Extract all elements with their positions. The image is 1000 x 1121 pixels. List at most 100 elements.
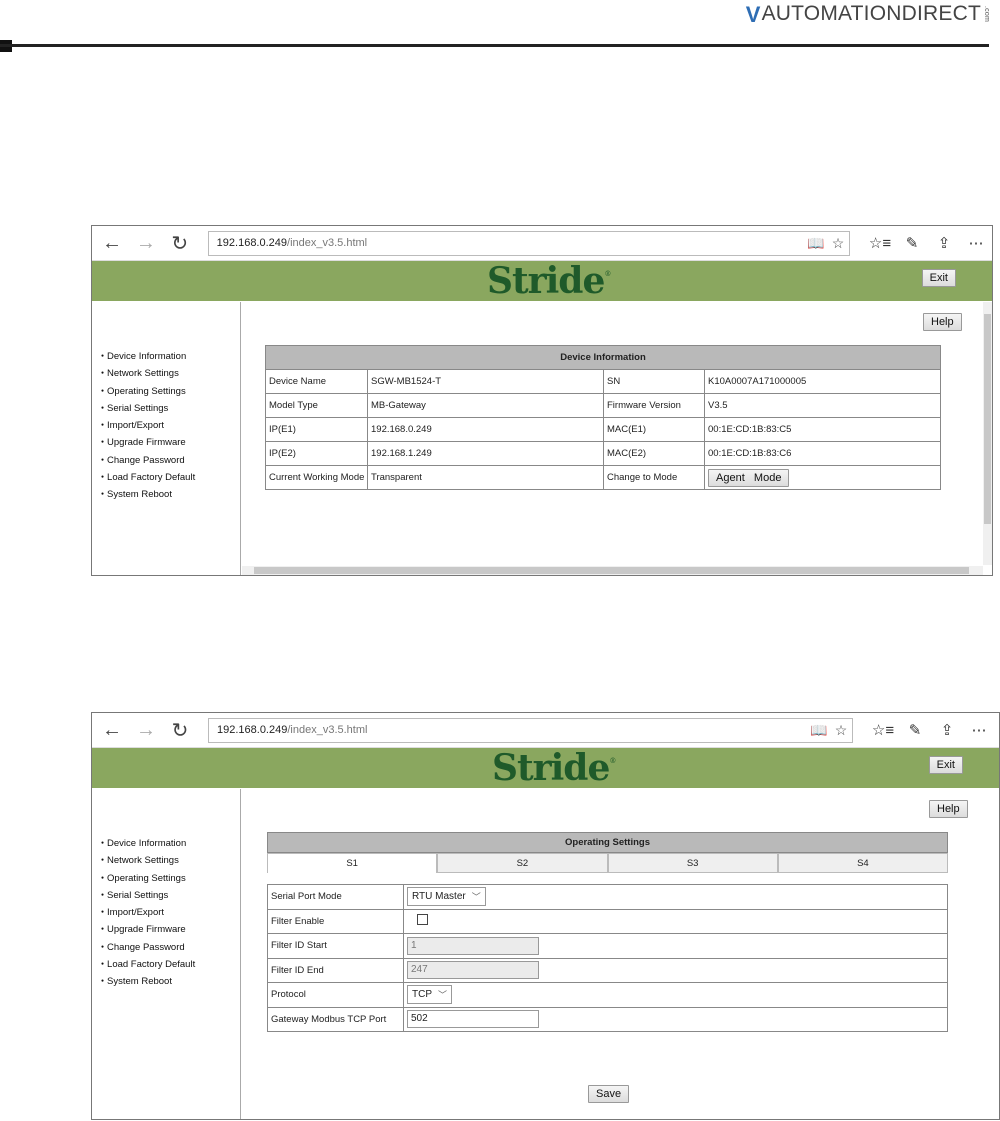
cell-label: Model Type <box>265 393 368 418</box>
favorite-star-icon[interactable]: ☆ <box>830 722 852 739</box>
vertical-scrollbar[interactable] <box>983 302 992 565</box>
sidebar-item-device-information[interactable]: Device Information <box>101 348 240 365</box>
horizontal-scrollbar[interactable] <box>242 566 983 575</box>
browser-window-operating-settings: ← → ↻ 192.168.0.249/index_v3.5.html 📖 ☆ … <box>91 712 1000 1120</box>
share-icon[interactable]: ⇪ <box>928 234 960 252</box>
cell-label: SN <box>603 369 705 394</box>
favorites-list-icon[interactable]: ☆≡ <box>864 234 896 252</box>
tab-s2[interactable]: S2 <box>437 853 608 873</box>
sidebar-item-load-factory-default[interactable]: Load Factory Default <box>101 956 240 973</box>
exit-button[interactable]: Exit <box>928 756 963 774</box>
filter-enable-label: Filter Enable <box>267 908 404 934</box>
save-button[interactable]: Save <box>588 1085 630 1103</box>
refresh-icon[interactable]: ↻ <box>166 229 194 257</box>
reading-view-icon[interactable]: 📖 <box>808 722 830 739</box>
sidebar-item-serial-settings[interactable]: Serial Settings <box>101 887 240 904</box>
cell-value: K10A0007A171000005 <box>704 369 941 394</box>
table-row: Filter ID Start 1 <box>267 933 948 959</box>
tab-s4[interactable]: S4 <box>777 853 948 873</box>
tcp-port-input[interactable]: 502 <box>407 1010 539 1029</box>
help-button[interactable]: Help <box>923 313 962 331</box>
address-host: 192.168.0.249 <box>216 237 288 249</box>
address-bar[interactable]: 192.168.0.249/index_v3.5.html 📖 ☆ <box>208 717 853 743</box>
serial-port-mode-label: Serial Port Mode <box>267 884 404 910</box>
app-content: Device Information Network Settings Oper… <box>92 302 992 575</box>
table-row: Current Working Mode Transparent Change … <box>265 465 941 490</box>
back-arrow-icon[interactable]: ← <box>98 716 126 744</box>
sidebar-item-operating-settings[interactable]: Operating Settings <box>101 870 240 887</box>
sidebar-item-system-reboot[interactable]: System Reboot <box>101 486 240 503</box>
address-host: 192.168.0.249 <box>217 724 288 736</box>
sidebar-item-device-information[interactable]: Device Information <box>101 835 240 852</box>
table-row: Filter Enable <box>267 908 948 934</box>
stride-logo: Stride ® <box>492 747 616 789</box>
sidebar-item-network-settings[interactable]: Network Settings <box>101 852 240 869</box>
forward-arrow-icon[interactable]: → <box>132 716 160 744</box>
cell-value: SGW-MB1524-T <box>367 369 604 394</box>
operating-settings-title: Operating Settings <box>267 832 948 853</box>
reading-view-icon[interactable]: 📖 <box>805 235 827 252</box>
share-icon[interactable]: ⇪ <box>931 721 963 739</box>
cell-value: 00:1E:CD:1B:83:C6 <box>704 441 941 466</box>
protocol-label: Protocol <box>267 982 404 1008</box>
sidebar-item-change-password[interactable]: Change Password <box>101 452 240 469</box>
operating-settings-table: Serial Port Mode RTU Master ﹀ Filter Enab… <box>267 884 948 1032</box>
sidebar-item-operating-settings[interactable]: Operating Settings <box>101 383 240 400</box>
back-arrow-icon[interactable]: ← <box>98 229 126 257</box>
stride-logo: Stride ® <box>487 260 611 302</box>
cell-label: IP(E2) <box>265 441 368 466</box>
browser-toolbar: ← → ↻ 192.168.0.249/index_v3.5.html 📖 ☆ … <box>92 713 999 748</box>
serial-port-tabs: S1 S2 S3 S4 <box>267 853 948 873</box>
brand-v-mark: V <box>745 2 761 27</box>
pen-note-icon[interactable]: ✎ <box>896 234 928 252</box>
table-row: Protocol TCP ﹀ <box>267 982 948 1008</box>
favorite-star-icon[interactable]: ☆ <box>827 235 849 252</box>
sidebar: Device Information Network Settings Oper… <box>92 302 241 575</box>
filter-id-end-label: Filter ID End <box>267 957 404 983</box>
serial-port-mode-select[interactable]: RTU Master ﹀ <box>407 887 486 907</box>
sidebar-item-network-settings[interactable]: Network Settings <box>101 365 240 382</box>
sidebar-item-import-export[interactable]: Import/Export <box>101 417 240 434</box>
brand-logo: V AUTOMATIONDIRECT .com <box>746 2 990 28</box>
filter-id-start-input[interactable]: 1 <box>407 936 539 955</box>
browser-toolbar: ← → ↻ 192.168.0.249/index_v3.5.html 📖 ☆ … <box>92 226 992 261</box>
forward-arrow-icon[interactable]: → <box>132 229 160 257</box>
exit-button[interactable]: Exit <box>921 269 956 287</box>
app-banner: Stride ® Exit <box>92 747 999 789</box>
filter-id-start-label: Filter ID Start <box>267 933 404 959</box>
favorites-list-icon[interactable]: ☆≡ <box>867 721 899 739</box>
address-path: /index_v3.5.html <box>287 237 368 249</box>
main-panel: Help Operating Settings S1 S2 S3 S4 Seri… <box>242 789 999 1119</box>
table-row: Device Name SGW-MB1524-T SN K10A0007A171… <box>265 369 941 394</box>
refresh-icon[interactable]: ↻ <box>166 716 194 744</box>
sidebar-item-serial-settings[interactable]: Serial Settings <box>101 400 240 417</box>
cell-value: Agent Mode <box>704 465 941 490</box>
more-menu-icon[interactable]: ⋯ <box>963 721 995 739</box>
protocol-select[interactable]: TCP ﹀ <box>407 985 453 1005</box>
more-menu-icon[interactable]: ⋯ <box>960 234 992 252</box>
table-row: Gateway Modbus TCP Port 502 <box>267 1006 948 1032</box>
brand-suffix: .com <box>983 6 990 22</box>
cell-label: Firmware Version <box>603 393 705 418</box>
pen-note-icon[interactable]: ✎ <box>899 721 931 739</box>
sidebar-item-change-password[interactable]: Change Password <box>101 939 240 956</box>
cell-value: 192.168.1.249 <box>367 441 604 466</box>
cell-value: V3.5 <box>704 393 941 418</box>
agent-mode-button[interactable]: Agent Mode <box>708 468 790 487</box>
help-button[interactable]: Help <box>929 800 968 818</box>
address-bar[interactable]: 192.168.0.249/index_v3.5.html 📖 ☆ <box>207 230 851 256</box>
sidebar-item-system-reboot[interactable]: System Reboot <box>101 973 240 990</box>
tab-s3[interactable]: S3 <box>607 853 778 873</box>
header-rule <box>0 44 989 47</box>
filter-enable-checkbox[interactable] <box>417 914 428 926</box>
tab-s1[interactable]: S1 <box>267 853 438 873</box>
sidebar-item-load-factory-default[interactable]: Load Factory Default <box>101 469 240 486</box>
address-path: /index_v3.5.html <box>287 724 368 736</box>
tcp-port-label: Gateway Modbus TCP Port <box>267 1006 404 1032</box>
table-row: IP(E2) 192.168.1.249 MAC(E2) 00:1E:CD:1B… <box>265 441 941 466</box>
filter-id-end-input[interactable]: 247 <box>407 961 539 980</box>
sidebar-item-upgrade-firmware[interactable]: Upgrade Firmware <box>101 434 240 451</box>
sidebar-item-import-export[interactable]: Import/Export <box>101 904 240 921</box>
cell-label: IP(E1) <box>265 417 368 442</box>
sidebar-item-upgrade-firmware[interactable]: Upgrade Firmware <box>101 921 240 938</box>
